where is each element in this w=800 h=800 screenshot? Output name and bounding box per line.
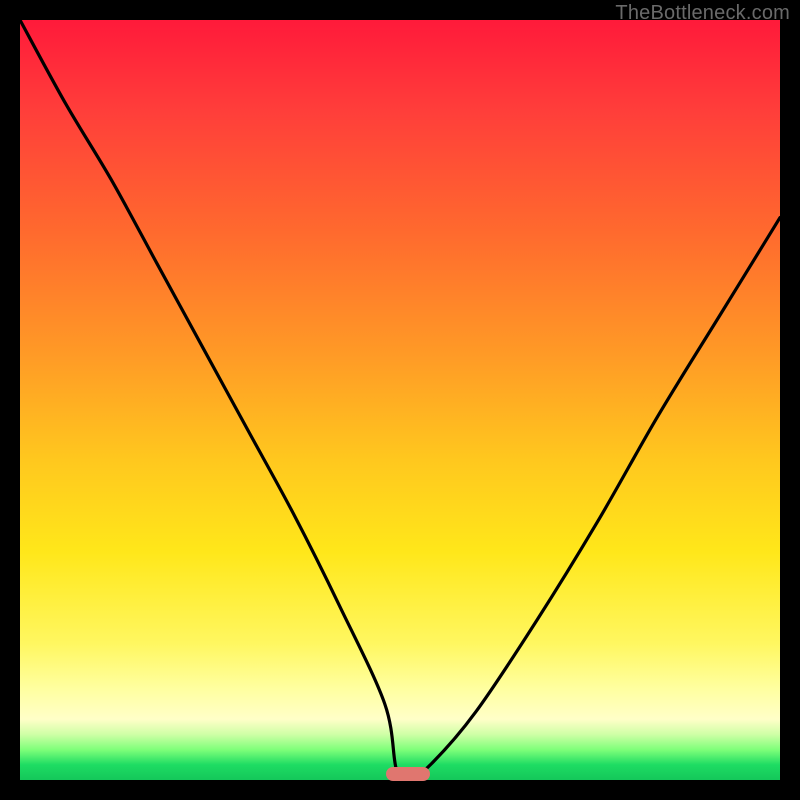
plot-area	[20, 20, 780, 780]
bottleneck-curve	[20, 20, 780, 780]
minimum-marker	[386, 767, 430, 781]
chart-frame: TheBottleneck.com	[0, 0, 800, 800]
